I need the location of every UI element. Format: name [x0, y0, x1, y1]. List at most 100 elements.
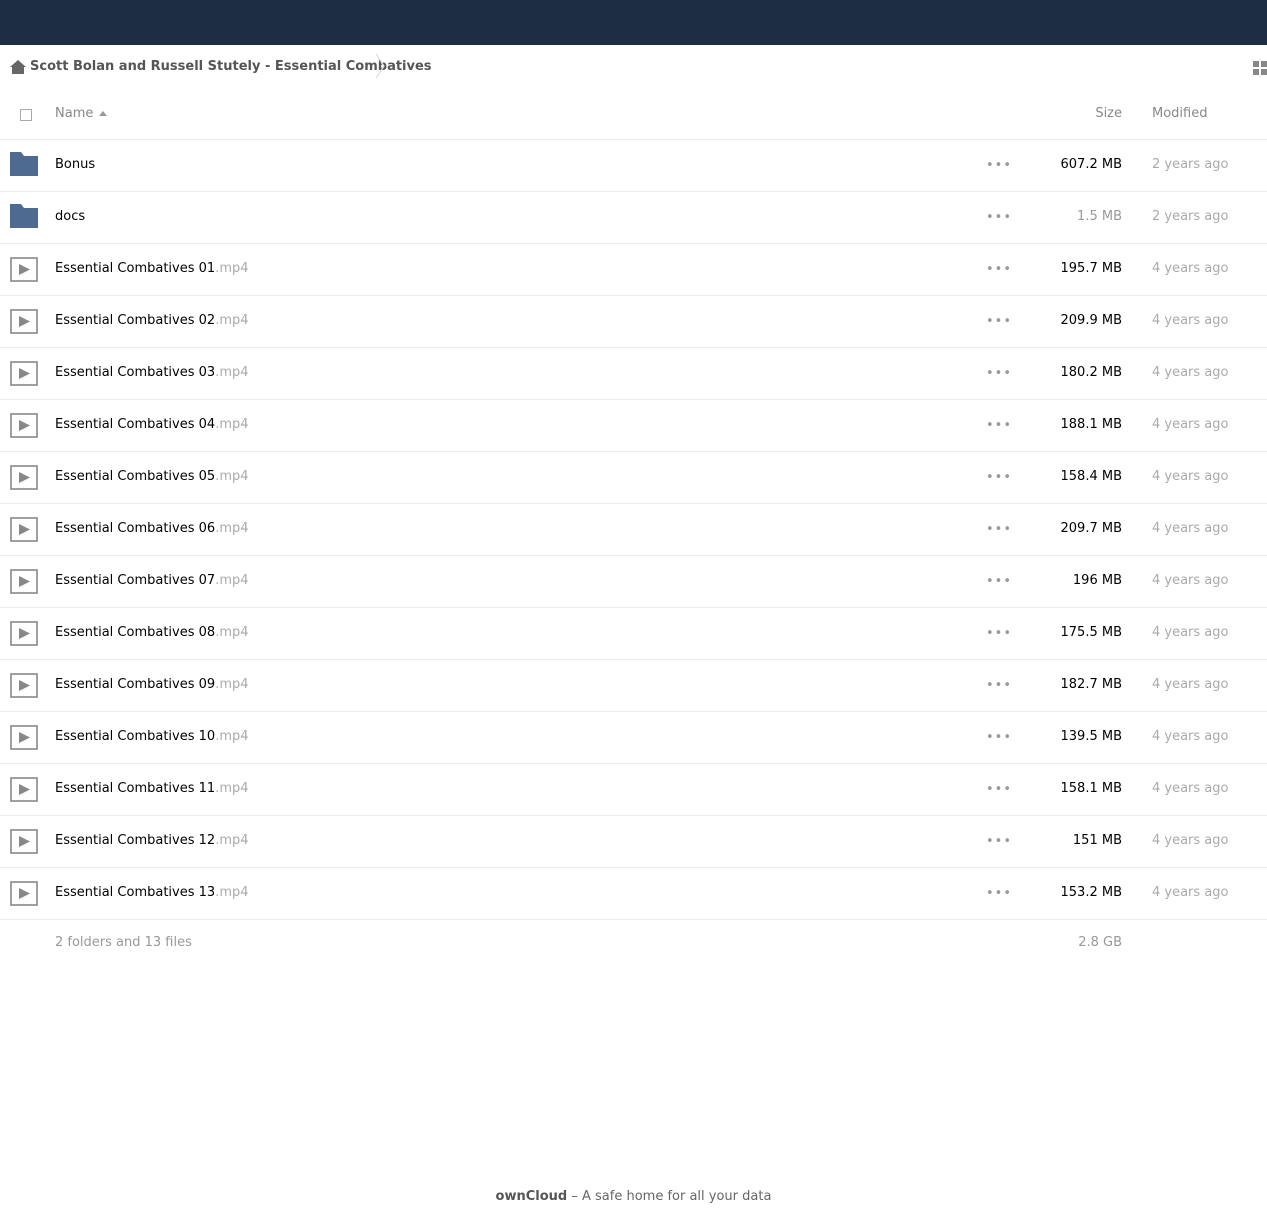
file-row[interactable]: Essential Combatives 09.mp4 ••• 182.7 MB 4 …	[0, 660, 1267, 712]
file-extension: .mp4	[215, 573, 249, 588]
more-actions-icon[interactable]: •••	[986, 782, 1012, 797]
column-modified[interactable]: Modified	[1152, 106, 1207, 121]
footer-brand[interactable]: ownCloud	[496, 1189, 568, 1204]
file-extension: .mp4	[215, 365, 249, 380]
more-actions-icon[interactable]: •••	[986, 730, 1012, 745]
more-actions-icon[interactable]: •••	[986, 522, 1012, 537]
file-modified: 4 years ago	[1152, 729, 1229, 744]
file-row[interactable]: Essential Combatives 12.mp4 ••• 151 MB 4 ye…	[0, 816, 1267, 868]
more-actions-icon[interactable]: •••	[986, 678, 1012, 693]
home-icon[interactable]	[10, 60, 26, 74]
more-actions-icon[interactable]: •••	[986, 886, 1012, 901]
video-file-icon	[10, 569, 38, 594]
file-name[interactable]: Essential Combatives 13.mp4	[55, 885, 249, 900]
column-name[interactable]: Name	[55, 106, 93, 121]
video-file-icon	[10, 881, 38, 906]
more-actions-icon[interactable]: •••	[986, 262, 1012, 277]
more-actions-icon[interactable]: •••	[986, 470, 1012, 485]
file-name[interactable]: Essential Combatives 06.mp4	[55, 521, 249, 536]
file-list-header: Name Size Modified	[0, 89, 1267, 140]
folder-icon	[10, 152, 38, 176]
more-actions-icon[interactable]: •••	[986, 834, 1012, 849]
file-name[interactable]: Essential Combatives 03.mp4	[55, 365, 249, 380]
select-all-checkbox[interactable]	[20, 109, 32, 121]
file-row[interactable]: Essential Combatives 11.mp4 ••• 158.1 MB 4 …	[0, 764, 1267, 816]
file-row[interactable]: Essential Combatives 04.mp4 ••• 188.1 MB 4 …	[0, 400, 1267, 452]
sort-ascending-icon[interactable]	[99, 111, 107, 116]
file-size: 151 MB	[1072, 833, 1122, 848]
file-basename: docs	[55, 209, 86, 224]
column-size[interactable]: Size	[1095, 106, 1122, 121]
file-modified: 4 years ago	[1152, 677, 1229, 692]
top-bar	[0, 0, 1267, 45]
file-row[interactable]: Bonus ••• 607.2 MB 2 years ago	[0, 140, 1267, 192]
file-size: 188.1 MB	[1060, 417, 1122, 432]
video-file-icon	[10, 465, 38, 490]
file-name[interactable]: Essential Combatives 10.mp4	[55, 729, 249, 744]
file-name[interactable]: Essential Combatives 04.mp4	[55, 417, 249, 432]
file-basename: Essential Combatives 02	[55, 313, 216, 328]
file-name[interactable]: Essential Combatives 05.mp4	[55, 469, 249, 484]
file-name[interactable]: Essential Combatives 11.mp4	[55, 781, 249, 796]
more-actions-icon[interactable]: •••	[986, 366, 1012, 381]
more-actions-icon[interactable]: •••	[986, 626, 1012, 641]
file-extension: .mp4	[215, 417, 249, 432]
file-name[interactable]: Essential Combatives 02.mp4	[55, 313, 249, 328]
more-actions-icon[interactable]: •••	[986, 158, 1012, 173]
file-size: 209.7 MB	[1060, 521, 1122, 536]
file-basename: Essential Combatives 11	[55, 781, 216, 796]
file-name[interactable]: Essential Combatives 01.mp4	[55, 261, 249, 276]
file-name[interactable]: Essential Combatives 09.mp4	[55, 677, 249, 692]
file-basename: Essential Combatives 04	[55, 417, 216, 432]
file-modified: 4 years ago	[1152, 833, 1229, 848]
file-row[interactable]: Essential Combatives 06.mp4 ••• 209.7 MB 4 …	[0, 504, 1267, 556]
more-actions-icon[interactable]: •••	[986, 574, 1012, 589]
file-basename: Essential Combatives 10	[55, 729, 216, 744]
file-basename: Essential Combatives 08	[55, 625, 216, 640]
video-file-icon	[10, 621, 38, 646]
file-size: 607.2 MB	[1060, 157, 1122, 172]
file-name[interactable]: Bonus	[55, 157, 95, 172]
file-row[interactable]: Essential Combatives 10.mp4 ••• 139.5 MB 4 …	[0, 712, 1267, 764]
file-row[interactable]: Essential Combatives 05.mp4 ••• 158.4 MB 4 …	[0, 452, 1267, 504]
grid-view-icon[interactable]	[1253, 61, 1267, 75]
file-row[interactable]: Essential Combatives 08.mp4 ••• 175.5 MB 4 …	[0, 608, 1267, 660]
breadcrumb: Scott Bolan and Russell Stutely - Essent…	[0, 45, 1267, 89]
file-name[interactable]: docs	[55, 209, 85, 224]
total-size: 2.8 GB	[1078, 935, 1122, 950]
file-basename: Essential Combatives 12	[55, 833, 216, 848]
file-row[interactable]: Essential Combatives 07.mp4 ••• 196 MB 4 ye…	[0, 556, 1267, 608]
more-actions-icon[interactable]: •••	[986, 314, 1012, 329]
file-basename: Essential Combatives 06	[55, 521, 216, 536]
file-modified: 4 years ago	[1152, 313, 1229, 328]
video-file-icon	[10, 413, 38, 438]
file-modified: 2 years ago	[1152, 209, 1229, 224]
file-modified: 4 years ago	[1152, 573, 1229, 588]
file-modified: 2 years ago	[1152, 157, 1229, 172]
file-name[interactable]: Essential Combatives 08.mp4	[55, 625, 249, 640]
file-extension: .mp4	[215, 469, 249, 484]
file-name[interactable]: Essential Combatives 07.mp4	[55, 573, 249, 588]
file-size: 180.2 MB	[1060, 365, 1122, 380]
file-extension: .mp4	[215, 781, 249, 796]
file-basename: Essential Combatives 13	[55, 885, 216, 900]
video-file-icon	[10, 725, 38, 750]
file-row[interactable]: Essential Combatives 01.mp4 ••• 195.7 MB 4 …	[0, 244, 1267, 296]
file-list: Bonus ••• 607.2 MB 2 years ago docs ••• 1.5 MB…	[0, 140, 1267, 920]
breadcrumb-current-folder[interactable]: Scott Bolan and Russell Stutely - Essent…	[30, 59, 432, 75]
file-name[interactable]: Essential Combatives 12.mp4	[55, 833, 249, 848]
more-actions-icon[interactable]: •••	[986, 210, 1012, 225]
more-actions-icon[interactable]: •••	[986, 418, 1012, 433]
file-count: 2 folders and 13 files	[55, 935, 192, 950]
file-extension: .mp4	[215, 885, 249, 900]
file-basename: Essential Combatives 05	[55, 469, 216, 484]
file-size: 182.7 MB	[1060, 677, 1122, 692]
file-basename: Essential Combatives 03	[55, 365, 216, 380]
video-file-icon	[10, 829, 38, 854]
video-file-icon	[10, 361, 38, 386]
file-row[interactable]: Essential Combatives 02.mp4 ••• 209.9 MB 4 …	[0, 296, 1267, 348]
file-row[interactable]: docs ••• 1.5 MB 2 years ago	[0, 192, 1267, 244]
file-basename: Bonus	[55, 157, 96, 172]
file-row[interactable]: Essential Combatives 03.mp4 ••• 180.2 MB 4 …	[0, 348, 1267, 400]
file-size: 175.5 MB	[1060, 625, 1122, 640]
